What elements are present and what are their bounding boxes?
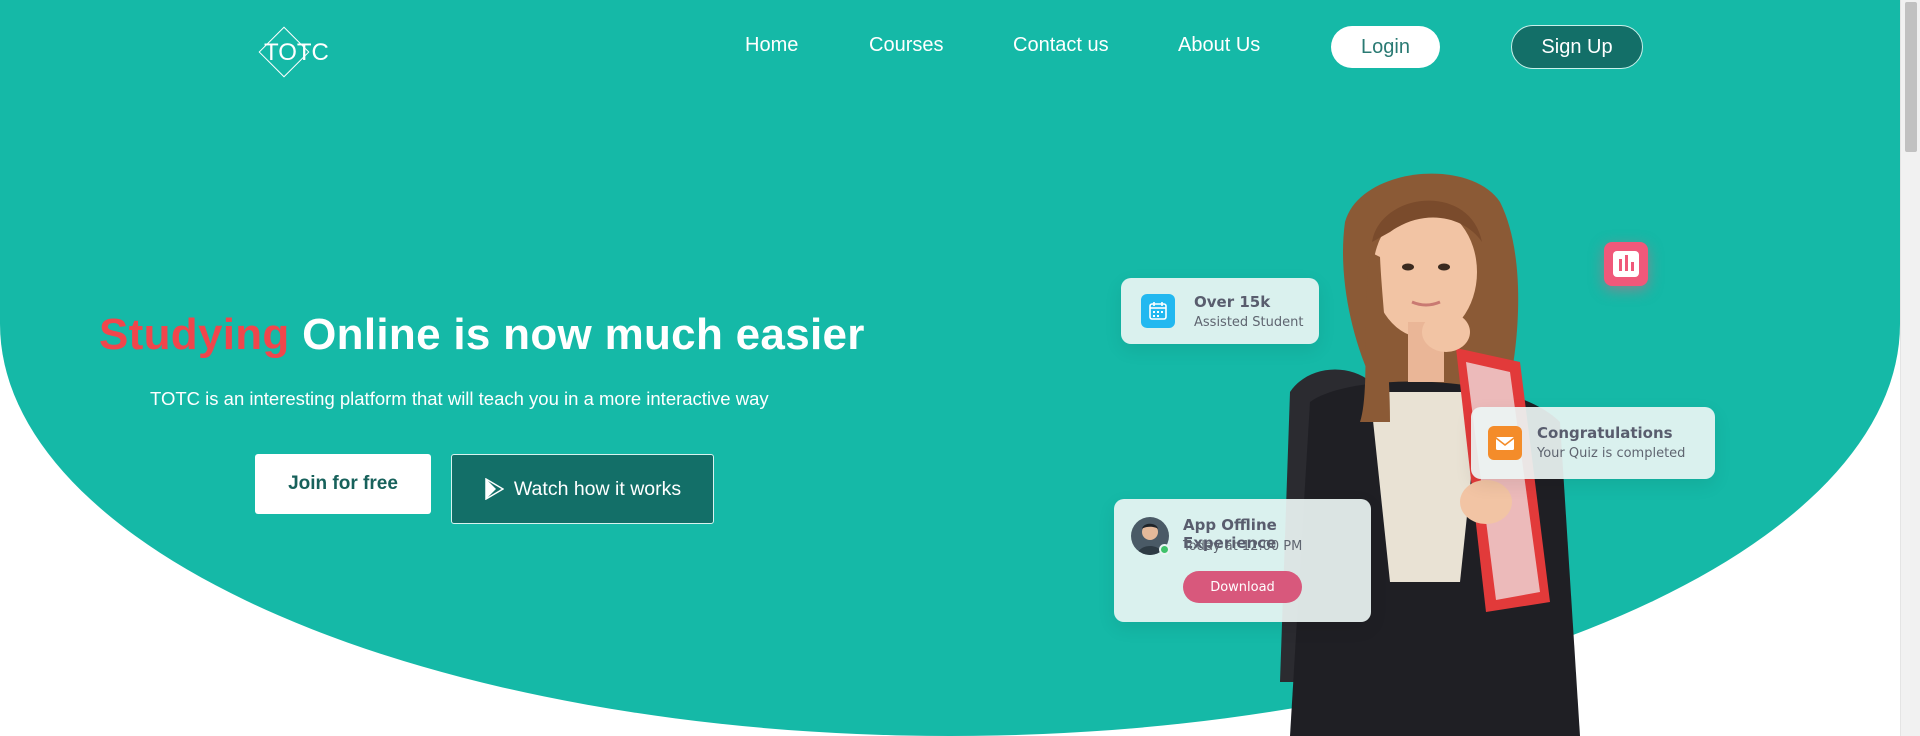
join-for-free-button[interactable]: Join for free (255, 454, 431, 514)
scrollbar-thumb[interactable] (1905, 2, 1917, 152)
logo-text: TOTC (264, 39, 329, 66)
hero-subline: TOTC is an interesting platform that wil… (150, 388, 769, 409)
play-icon (485, 478, 504, 500)
bar-chart-badge (1604, 242, 1648, 286)
bar-chart-icon (1613, 251, 1639, 277)
signup-button[interactable]: Sign Up (1511, 25, 1643, 69)
watch-label: Watch how it works (513, 477, 682, 500)
vertical-scrollbar[interactable] (1900, 0, 1920, 736)
logo[interactable]: TOTC (256, 26, 329, 78)
nav-link-about[interactable]: About Us (1178, 34, 1260, 57)
congrats-card-sub: Your Quiz is completed (1537, 446, 1686, 461)
congrats-card: Congratulations Your Quiz is completed (1471, 407, 1715, 479)
nav-link-courses[interactable]: Courses (869, 34, 943, 57)
headline-accent: Studying (99, 310, 290, 359)
offline-card: App Offline Experience Today at 12.00 PM… (1114, 499, 1371, 622)
online-status-dot (1159, 544, 1170, 555)
login-button[interactable]: Login (1331, 26, 1440, 68)
students-card-sub: Assisted Student (1194, 315, 1304, 330)
calendar-icon (1141, 294, 1175, 328)
download-button[interactable]: Download (1183, 571, 1302, 603)
nav-link-home[interactable]: Home (745, 34, 798, 57)
offline-card-sub: Today at 12.00 PM (1183, 539, 1303, 554)
students-card-title: Over 15k (1194, 293, 1271, 311)
nav-link-contact[interactable]: Contact us (1013, 34, 1109, 57)
mail-icon (1488, 426, 1522, 460)
watch-how-it-works-button[interactable]: Watch how it works (451, 454, 714, 524)
headline-rest: Online is now much easier (302, 310, 865, 359)
hero-headline: Studying Online is now much easier (99, 310, 865, 360)
students-card: Over 15k Assisted Student (1121, 278, 1319, 344)
congrats-card-title: Congratulations (1537, 424, 1673, 442)
